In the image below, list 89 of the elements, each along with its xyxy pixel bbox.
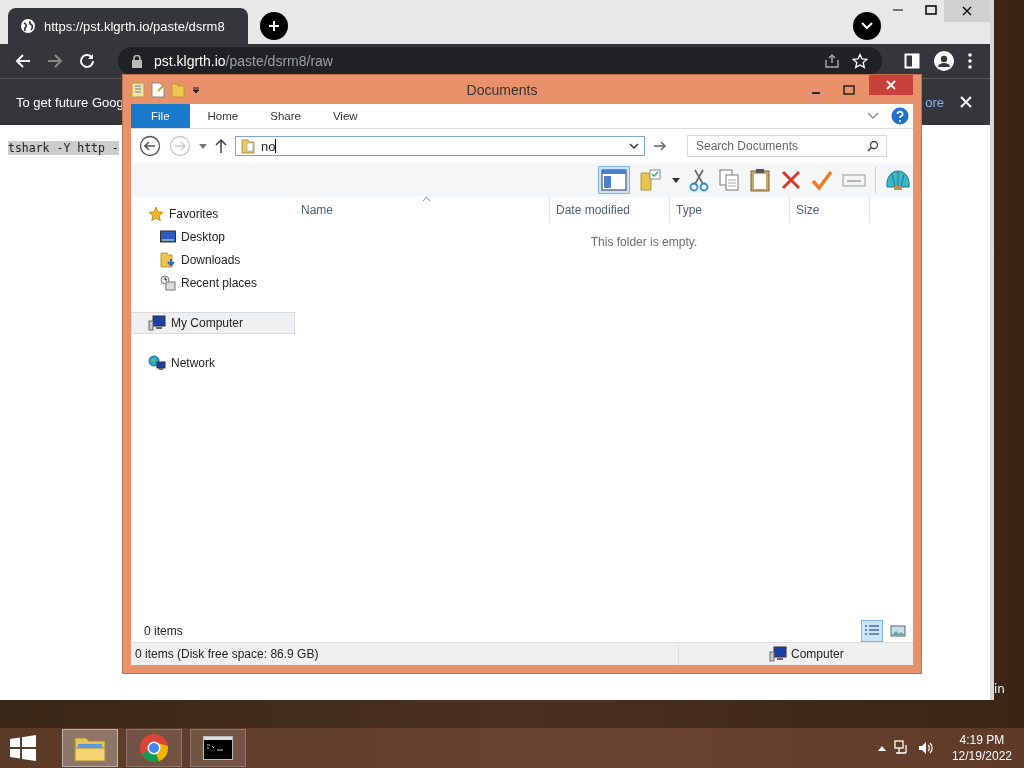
globe-icon bbox=[20, 18, 36, 34]
dropdown-caret-icon[interactable] bbox=[191, 84, 201, 95]
star-icon[interactable] bbox=[852, 53, 868, 69]
empty-folder-message: This folder is empty. bbox=[589, 234, 699, 249]
recent-locations-caret-icon[interactable] bbox=[199, 143, 207, 149]
nav-item[interactable]: Network bbox=[131, 354, 295, 372]
go-arrow-icon[interactable] bbox=[653, 141, 667, 151]
terminal-icon bbox=[203, 736, 233, 760]
show-hidden-icons-icon[interactable] bbox=[877, 745, 886, 751]
new-document-icon[interactable] bbox=[151, 81, 165, 98]
close-button[interactable] bbox=[869, 75, 913, 95]
dropdown-caret-icon[interactable] bbox=[629, 143, 639, 149]
dropdown-caret-icon[interactable] bbox=[672, 177, 680, 183]
search-field[interactable]: Search Documents bbox=[687, 135, 887, 157]
column-header[interactable]: Date modified bbox=[550, 197, 670, 223]
nav-item[interactable]: Recent places bbox=[131, 274, 295, 292]
checkmark-icon[interactable] bbox=[811, 169, 833, 191]
close-button[interactable] bbox=[944, 0, 990, 22]
learn-more-link[interactable]: ore bbox=[925, 94, 944, 110]
paste-icon[interactable] bbox=[749, 168, 771, 192]
ribbon-tab[interactable]: File bbox=[131, 104, 190, 128]
recent-places-icon bbox=[160, 275, 176, 291]
up-arrow-icon[interactable] bbox=[215, 139, 227, 153]
star-icon bbox=[148, 206, 164, 222]
desktop-text: in bbox=[994, 682, 1005, 696]
column-header[interactable]: Type bbox=[670, 197, 790, 223]
more-menu-icon[interactable] bbox=[968, 53, 972, 69]
downloads-folder-icon bbox=[160, 252, 176, 268]
nav-item[interactable]: Downloads bbox=[131, 251, 295, 269]
plus-icon bbox=[268, 20, 280, 32]
ribbon-tab[interactable]: Home bbox=[193, 104, 253, 128]
profile-icon[interactable] bbox=[934, 51, 954, 71]
cut-icon[interactable] bbox=[689, 168, 709, 192]
pane-layout-icon bbox=[601, 169, 627, 191]
details-view-button[interactable] bbox=[861, 620, 883, 642]
back-icon[interactable] bbox=[14, 52, 32, 70]
status-location: Computer bbox=[791, 647, 844, 661]
close-icon bbox=[886, 80, 896, 90]
taskbar-app-button[interactable] bbox=[190, 729, 246, 767]
maximize-icon[interactable] bbox=[843, 84, 855, 95]
folder-icon bbox=[241, 138, 255, 154]
browser-logo-icon bbox=[139, 733, 169, 763]
column-header[interactable]: Name bbox=[295, 197, 550, 223]
browser-tab[interactable]: https://pst.klgrth.io/paste/dsrm8 bbox=[8, 8, 248, 44]
tab-search-button[interactable] bbox=[853, 12, 881, 40]
expand-ribbon-icon[interactable] bbox=[867, 112, 879, 120]
search-icon bbox=[867, 140, 879, 152]
forward-icon[interactable] bbox=[46, 52, 64, 70]
desktop-icon bbox=[160, 230, 176, 244]
ribbon-tab[interactable]: Share bbox=[256, 104, 315, 128]
clock-time[interactable]: 4:19 PM bbox=[959, 733, 1005, 747]
nav-item[interactable]: Desktop bbox=[131, 228, 295, 246]
network-icon bbox=[148, 355, 166, 371]
picture-icon bbox=[890, 624, 906, 638]
network-icon[interactable] bbox=[893, 740, 910, 756]
nav-item[interactable]: My Computer bbox=[131, 312, 295, 334]
ribbon-tab[interactable]: View bbox=[318, 104, 372, 128]
computer-icon bbox=[769, 646, 787, 662]
computer-icon bbox=[148, 315, 166, 331]
preview-pane-button[interactable] bbox=[598, 166, 630, 194]
lock-icon bbox=[132, 54, 142, 68]
side-panel-icon[interactable] bbox=[904, 53, 920, 69]
close-icon bbox=[961, 5, 973, 17]
maximize-icon[interactable] bbox=[925, 4, 937, 16]
windows-logo-icon[interactable] bbox=[10, 735, 36, 761]
window-title: Documents bbox=[465, 81, 539, 98]
help-icon[interactable] bbox=[891, 107, 909, 125]
page-text: tshark -Y http - bbox=[8, 141, 119, 155]
reload-icon[interactable] bbox=[78, 52, 96, 70]
volume-icon[interactable] bbox=[917, 740, 934, 756]
delete-icon[interactable] bbox=[780, 169, 802, 191]
shell-icon[interactable] bbox=[885, 169, 911, 191]
clock-date[interactable]: 12/19/2022 bbox=[951, 749, 1012, 763]
folder-icon bbox=[74, 734, 106, 762]
chevron-down-icon bbox=[861, 22, 873, 30]
status-text: 0 items (Disk free space: 86.9 GB) bbox=[135, 647, 319, 661]
sort-caret-icon bbox=[423, 197, 430, 201]
share-icon[interactable] bbox=[824, 53, 840, 69]
column-header[interactable]: Size bbox=[790, 197, 870, 223]
close-icon[interactable] bbox=[960, 96, 972, 108]
new-tab-button[interactable] bbox=[260, 12, 288, 40]
list-icon bbox=[864, 624, 880, 638]
address-bar[interactable]: pst.klgrth.io/paste/dsrm8/raw bbox=[118, 47, 882, 75]
address-field[interactable]: no bbox=[235, 136, 645, 156]
folder-checkmark-icon[interactable] bbox=[639, 168, 663, 192]
item-count: 0 items bbox=[144, 624, 183, 638]
url-text: pst.klgrth.io/paste/dsrm8/raw bbox=[154, 53, 334, 69]
nav-item[interactable]: Favorites bbox=[131, 205, 295, 223]
back-icon[interactable] bbox=[139, 135, 161, 157]
